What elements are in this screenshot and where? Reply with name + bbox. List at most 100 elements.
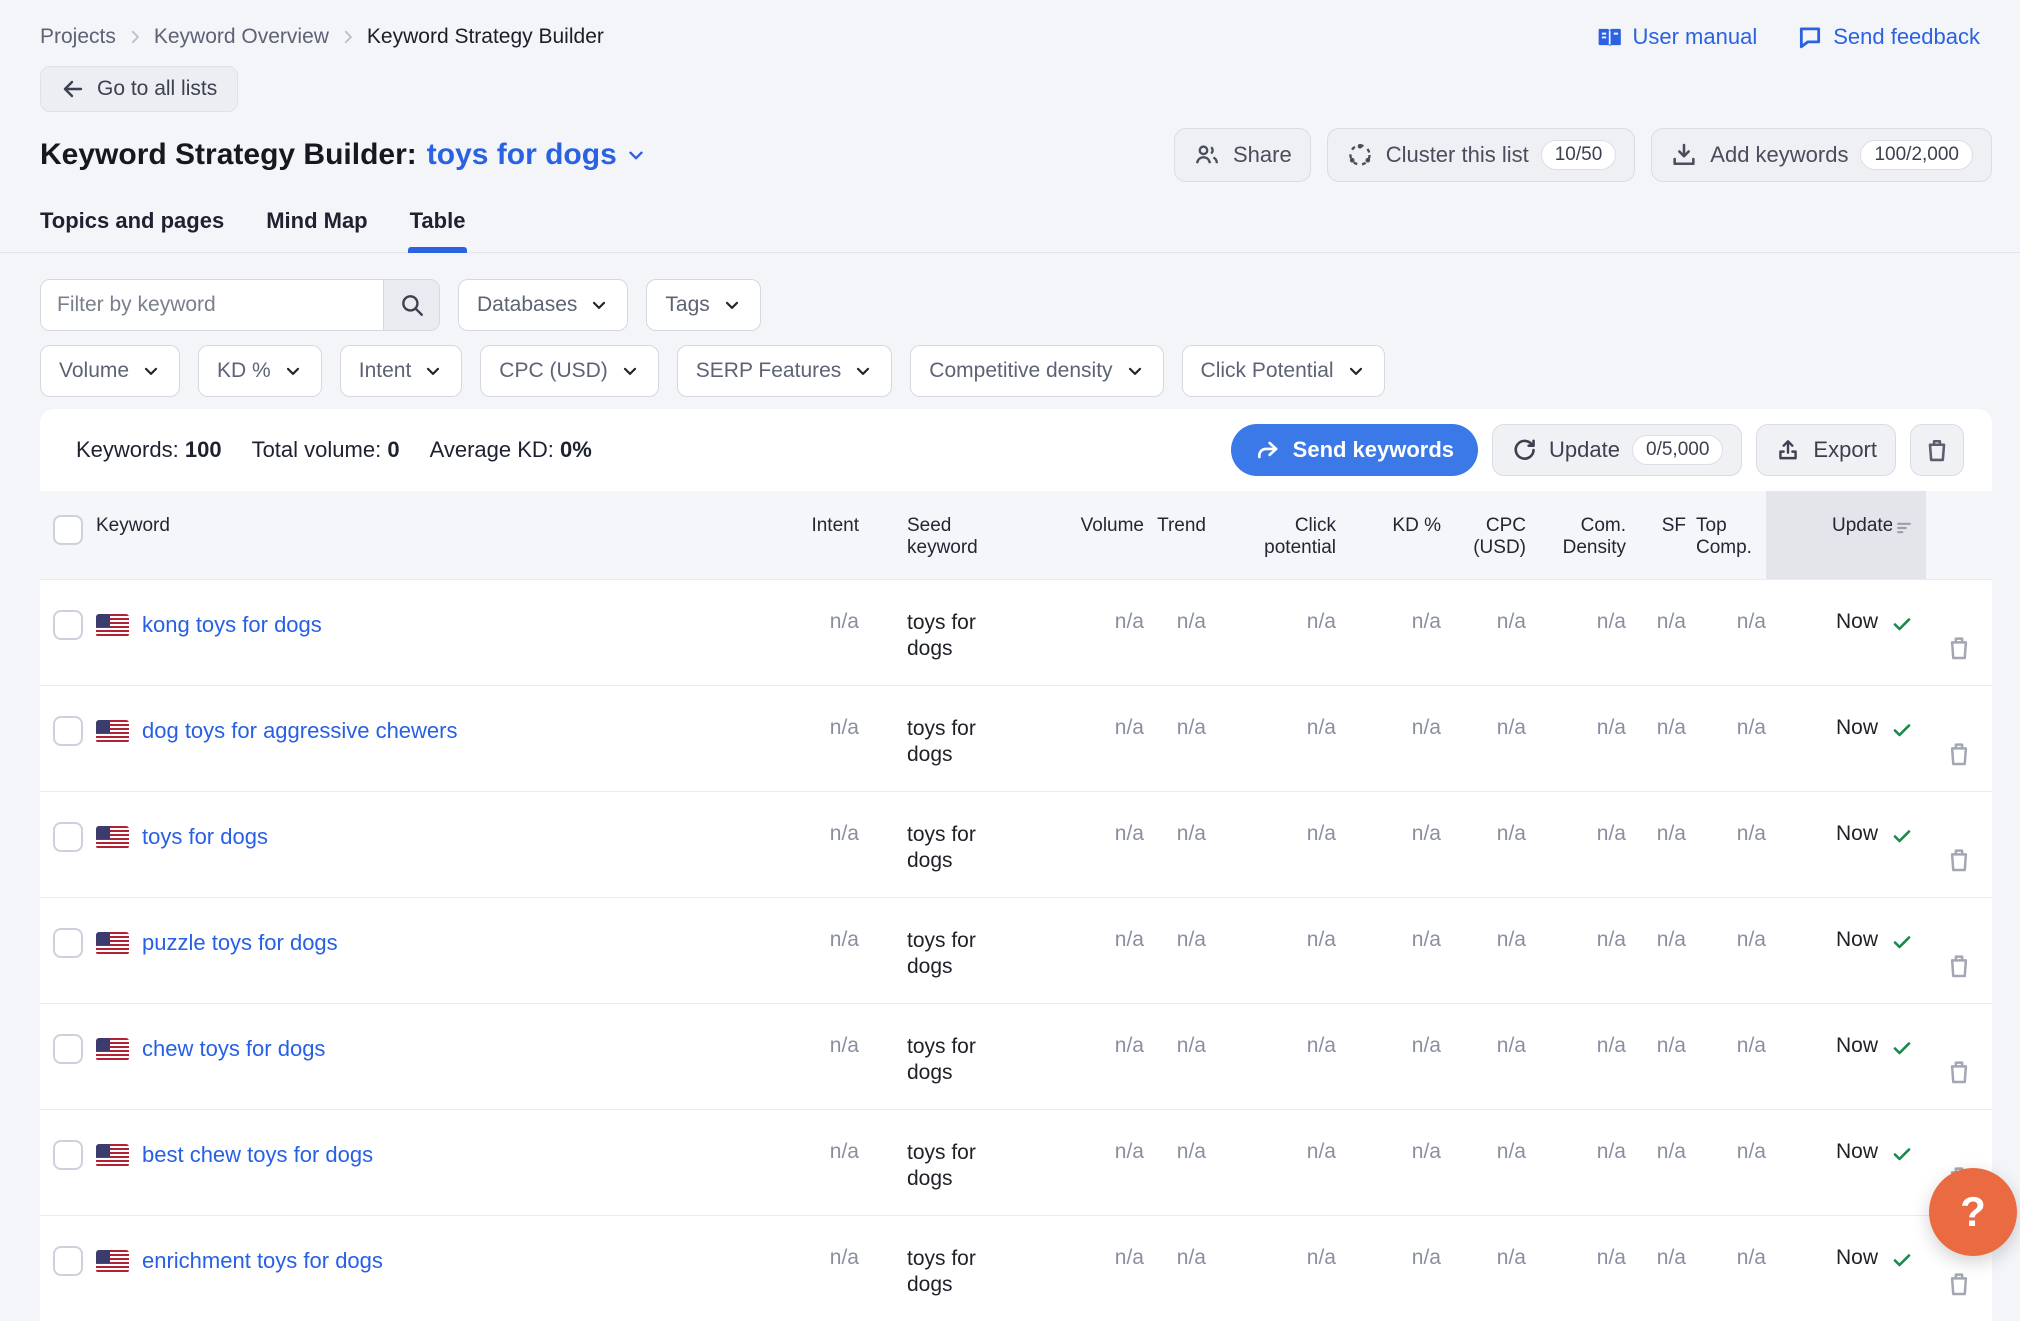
breadcrumb-keyword-overview[interactable]: Keyword Overview — [154, 25, 329, 49]
delete-row-button[interactable] — [1944, 610, 1974, 685]
tags-dropdown[interactable]: Tags — [646, 279, 760, 331]
row-checkbox[interactable] — [53, 716, 83, 746]
chevron-down-icon — [1125, 361, 1145, 381]
column-header-kd[interactable]: KD % — [1336, 491, 1441, 579]
cluster-list-button[interactable]: Cluster this list 10/50 — [1327, 128, 1636, 182]
total-volume-label: Total volume: — [252, 437, 382, 462]
send-keywords-button[interactable]: Send keywords — [1231, 424, 1478, 476]
databases-dropdown[interactable]: Databases — [458, 279, 628, 331]
table-row: enrichment toys for dogs n/a toys for do… — [40, 1215, 1992, 1321]
seed-keyword-value: toys for dogs — [859, 1110, 1029, 1215]
column-header-cpc[interactable]: CPC (USD) — [1441, 491, 1526, 579]
cpc-filter-label: CPC (USD) — [499, 359, 608, 383]
tab-mind-map[interactable]: Mind Map — [266, 208, 367, 252]
delete-list-button[interactable] — [1910, 424, 1964, 476]
delete-row-button[interactable] — [1944, 1034, 1974, 1109]
chevron-down-icon — [1346, 361, 1366, 381]
column-header-intent[interactable]: Intent — [779, 491, 859, 579]
share-label: Share — [1233, 142, 1292, 168]
keyword-link[interactable]: enrichment toys for dogs — [142, 1248, 383, 1274]
check-icon — [1890, 824, 1914, 848]
kd-filter-dropdown[interactable]: KD % — [198, 345, 322, 397]
row-checkbox[interactable] — [53, 610, 83, 640]
trend-value: n/a — [1144, 898, 1206, 1003]
update-button[interactable]: Update 0/5,000 — [1492, 424, 1742, 476]
com-density-value: n/a — [1526, 792, 1626, 897]
volume-filter-label: Volume — [59, 359, 129, 383]
row-checkbox[interactable] — [53, 822, 83, 852]
help-button[interactable]: ? — [1929, 1168, 2017, 1256]
send-feedback-link[interactable]: Send feedback — [1797, 24, 1980, 50]
keyword-link[interactable]: puzzle toys for dogs — [142, 930, 338, 956]
table-body: kong toys for dogs n/a toys for dogs n/a… — [40, 579, 1992, 1321]
column-header-keyword[interactable]: Keyword — [96, 491, 779, 579]
keyword-link[interactable]: dog toys for aggressive chewers — [142, 718, 458, 744]
column-header-click-potential[interactable]: Click potential — [1206, 491, 1336, 579]
add-keywords-button[interactable]: Add keywords 100/2,000 — [1651, 128, 1992, 182]
volume-value: n/a — [1029, 898, 1144, 1003]
column-header-trend[interactable]: Trend — [1144, 491, 1206, 579]
cpc-filter-dropdown[interactable]: CPC (USD) — [480, 345, 659, 397]
keyword-filter-input[interactable] — [41, 280, 383, 330]
competitive-density-filter-dropdown[interactable]: Competitive density — [910, 345, 1163, 397]
trend-value: n/a — [1144, 1004, 1206, 1109]
send-arrow-icon — [1255, 437, 1281, 463]
table-row: chew toys for dogs n/a toys for dogs n/a… — [40, 1003, 1992, 1109]
intent-value: n/a — [779, 792, 859, 897]
select-all-checkbox[interactable] — [53, 515, 83, 545]
delete-row-button[interactable] — [1944, 1246, 1974, 1321]
tab-table[interactable]: Table — [410, 208, 466, 252]
click-potential-value: n/a — [1206, 580, 1336, 685]
tab-topics-and-pages[interactable]: Topics and pages — [40, 208, 224, 252]
volume-filter-dropdown[interactable]: Volume — [40, 345, 180, 397]
intent-filter-dropdown[interactable]: Intent — [340, 345, 463, 397]
go-to-all-lists-button[interactable]: Go to all lists — [40, 66, 238, 112]
delete-row-button[interactable] — [1944, 822, 1974, 897]
download-icon — [1670, 141, 1698, 169]
list-name-dropdown[interactable]: toys for dogs — [427, 138, 647, 172]
serp-features-filter-dropdown[interactable]: SERP Features — [677, 345, 893, 397]
share-button[interactable]: Share — [1174, 128, 1311, 182]
export-button[interactable]: Export — [1756, 424, 1896, 476]
average-kd-label: Average KD: — [430, 437, 554, 462]
row-checkbox[interactable] — [53, 1246, 83, 1276]
kd-value: n/a — [1336, 898, 1441, 1003]
column-header-updated[interactable]: Updated — [1766, 491, 1926, 579]
top-comp-value: n/a — [1686, 792, 1766, 897]
delete-row-button[interactable] — [1944, 928, 1974, 1003]
keyword-link[interactable]: best chew toys for dogs — [142, 1142, 373, 1168]
breadcrumb-projects[interactable]: Projects — [40, 25, 116, 49]
column-header-seed-keyword[interactable]: Seed keyword — [859, 491, 1029, 579]
cpc-value: n/a — [1441, 686, 1526, 791]
search-button[interactable] — [383, 280, 439, 330]
updated-value: Now — [1836, 716, 1878, 740]
cpc-value: n/a — [1441, 580, 1526, 685]
top-comp-value: n/a — [1686, 580, 1766, 685]
delete-row-button[interactable] — [1944, 716, 1974, 791]
column-header-volume[interactable]: Volume — [1029, 491, 1144, 579]
sf-value: n/a — [1626, 1216, 1686, 1321]
view-tabs: Topics and pages Mind Map Table — [0, 182, 2020, 253]
us-flag-icon — [96, 1250, 129, 1273]
column-header-top-comp[interactable]: Top Comp. — [1686, 491, 1766, 579]
keyword-link[interactable]: kong toys for dogs — [142, 612, 322, 638]
intent-value: n/a — [779, 580, 859, 685]
keywords-count-value: 100 — [185, 437, 222, 462]
row-checkbox[interactable] — [53, 1140, 83, 1170]
kd-filter-label: KD % — [217, 359, 271, 383]
column-header-com-density[interactable]: Com. Density — [1526, 491, 1626, 579]
keyword-link[interactable]: toys for dogs — [142, 824, 268, 850]
keyword-link[interactable]: chew toys for dogs — [142, 1036, 325, 1062]
table-row: dog toys for aggressive chewers n/a toys… — [40, 685, 1992, 791]
us-flag-icon — [96, 932, 129, 955]
chevron-down-icon — [620, 361, 640, 381]
user-manual-link[interactable]: User manual — [1597, 24, 1758, 50]
updated-value: Now — [1836, 1034, 1878, 1058]
row-checkbox[interactable] — [53, 928, 83, 958]
row-checkbox[interactable] — [53, 1034, 83, 1064]
column-header-sf[interactable]: SF — [1626, 491, 1686, 579]
click-potential-filter-dropdown[interactable]: Click Potential — [1182, 345, 1385, 397]
cpc-value: n/a — [1441, 792, 1526, 897]
add-keywords-label: Add keywords — [1710, 142, 1848, 168]
keywords-count-label: Keywords: — [76, 437, 179, 462]
